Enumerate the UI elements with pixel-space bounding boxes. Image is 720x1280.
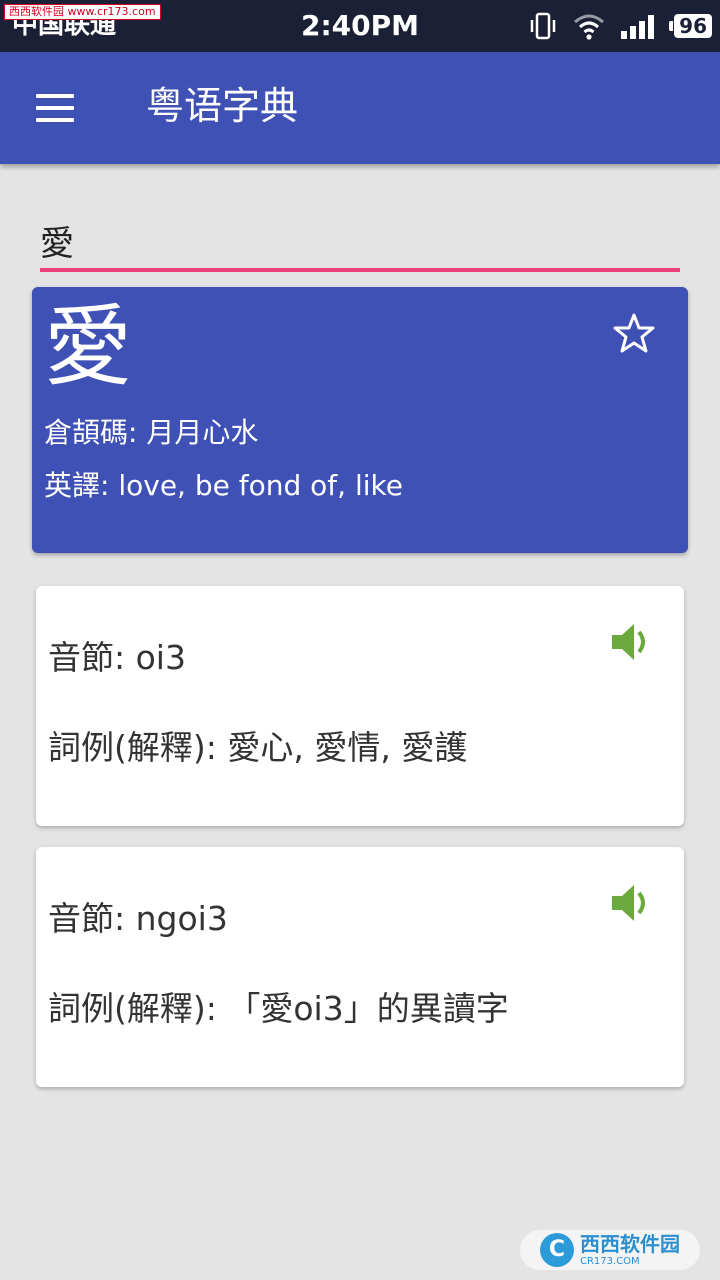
watermark-text: 西西软件园 <box>580 1232 680 1256</box>
status-bar: 中国联通 2:40PM 96 西西软件园 www.cr173.com <box>0 0 720 52</box>
watermark-logo: C 西西软件园 CR173.COM <box>520 1230 700 1270</box>
vibrate-icon <box>530 12 556 40</box>
search-underline <box>40 268 680 272</box>
character-card: 愛 倉頡碼: 月月心水 英譯: love, be fond of, like <box>32 287 688 553</box>
wifi-icon <box>574 14 605 40</box>
hamburger-menu-icon[interactable] <box>30 86 82 130</box>
english-translation: 英譯: love, be fond of, like <box>44 469 403 502</box>
battery-indicator: 96 <box>669 14 712 38</box>
app-bar: 粤语字典 <box>0 52 720 164</box>
speaker-icon[interactable] <box>608 881 652 925</box>
reading-example: 詞例(解釋): 愛心, 愛情, 愛護 <box>48 728 468 767</box>
app-title: 粤语字典 <box>146 84 299 128</box>
reading-card: 音節: oi3 詞例(解釋): 愛心, 愛情, 愛護 <box>36 586 684 826</box>
watermark-subtext: CR173.COM <box>580 1256 640 1267</box>
speaker-icon[interactable] <box>608 620 652 664</box>
cangjie-code: 倉頡碼: 月月心水 <box>44 416 259 449</box>
reading-syllable: 音節: oi3 <box>48 638 186 677</box>
search-input[interactable] <box>40 216 680 264</box>
character-glyph: 愛 <box>44 295 133 398</box>
reading-example: 詞例(解釋): 「愛oi3」的異讀字 <box>48 989 509 1028</box>
search-field[interactable] <box>40 216 680 272</box>
reading-card: 音節: ngoi3 詞例(解釋): 「愛oi3」的異讀字 <box>36 847 684 1087</box>
watermark-text-block: 西西软件园 CR173.COM <box>580 1232 680 1268</box>
reading-syllable: 音節: ngoi3 <box>48 899 228 938</box>
watermark-badge: 西西软件园 www.cr173.com <box>4 4 161 20</box>
watermark-logo-icon: C <box>540 1233 574 1267</box>
star-outline-icon[interactable] <box>612 311 656 355</box>
signal-icon <box>621 15 655 39</box>
status-icons: 96 <box>528 10 712 42</box>
